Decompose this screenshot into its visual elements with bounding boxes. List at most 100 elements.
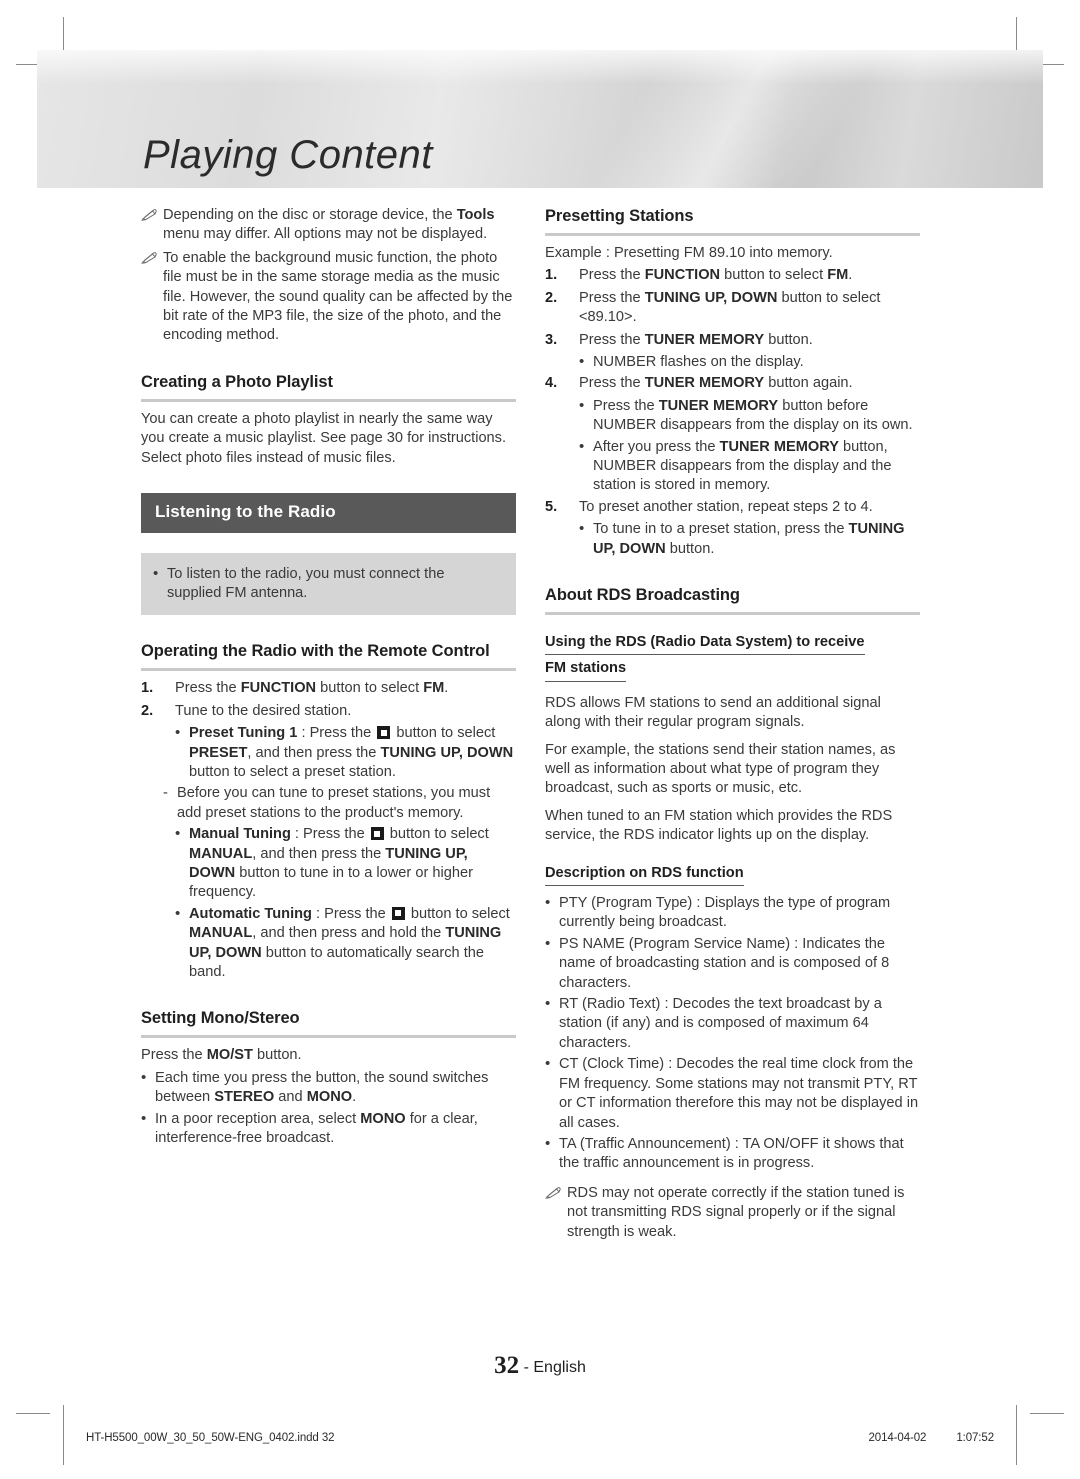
preset-seg1: : Press the	[297, 725, 376, 742]
bullet-dot-icon: •	[579, 437, 585, 455]
step-mid: button to select	[316, 680, 424, 697]
page-title: Playing Content	[143, 133, 433, 177]
step-bold-fm: FM	[423, 680, 445, 697]
preset-seg2: button to select	[392, 725, 496, 742]
mono-intro-pre: Press the	[141, 1047, 207, 1064]
step-text: To preset another station, repeat steps …	[579, 498, 873, 515]
note-item: To enable the background music function,…	[141, 249, 516, 346]
preset-seg3: , and then press the	[247, 744, 381, 761]
s4b1-bold: TUNER MEMORY	[658, 397, 779, 414]
pencil-note-icon	[141, 251, 163, 264]
mono-b1-bold-mono: MONO	[306, 1089, 353, 1106]
numbered-step: 1. Press the FUNCTION button to select F…	[141, 679, 516, 698]
rds-item: • RT (Radio Text) : Decodes the text bro…	[545, 995, 920, 1053]
description-rds-label: Description on RDS function	[545, 864, 744, 887]
manual-bold-manual: MANUAL	[189, 845, 253, 862]
heading-rule	[141, 1035, 516, 1039]
bullet-dot-icon: •	[579, 396, 585, 414]
crop-mark-bottom-right-horizontal	[1030, 1413, 1064, 1414]
step5-note-text: To tune in to a preset station, press th…	[593, 520, 920, 559]
heading-using-the-rds: Using the RDS (Radio Data System) to rec…	[545, 633, 920, 686]
manual-tuning-label: Manual Tuning	[189, 826, 291, 843]
bullet-dot-icon: •	[141, 1068, 147, 1086]
bullet-dot-icon: •	[545, 934, 551, 952]
auto-seg1: : Press the	[311, 905, 390, 922]
step-text: Press the FUNCTION button to select FM.	[579, 266, 920, 285]
rds-paragraph-1: RDS allows FM stations to send an additi…	[545, 694, 881, 731]
mono-b2-bold-mono: MONO	[360, 1110, 406, 1127]
bullet-dot-icon: •	[545, 995, 551, 1013]
automatic-tuning-label: Automatic Tuning	[189, 905, 312, 922]
rds-item: • PTY (Program Type) : Displays the type…	[545, 894, 920, 933]
rds-paragraph-3: When tuned to an FM station which provid…	[545, 807, 893, 844]
rds-item-text: PTY (Program Type) : Displays the type o…	[559, 895, 891, 931]
heading-creating-photo-playlist: Creating a Photo Playlist	[141, 372, 333, 391]
step3-note-text: NUMBER flashes on the display.	[593, 353, 804, 370]
heading-about-rds-broadcasting: About RDS Broadcasting	[545, 586, 740, 605]
preset-tuning-label: Preset Tuning 1	[189, 725, 298, 742]
dash-text: Before you can tune to preset stations, …	[177, 785, 491, 821]
bullet-mono-stereo-2: • In a poor reception area, select MONO …	[141, 1110, 516, 1149]
step-text: Press the FUNCTION button to select FM.	[175, 679, 516, 698]
step-post: .	[444, 680, 449, 697]
step-number: 5.	[545, 498, 558, 515]
step4-note-2-text: After you press the TUNER MEMORY button,…	[593, 438, 920, 496]
heading-setting-mono-stereo: Setting Mono/Stereo	[141, 1009, 300, 1028]
step-text: Tune to the desired station.	[175, 702, 352, 719]
manual-seg3: , and then press the	[252, 845, 386, 862]
s2-bold-tuning: TUNING UP, DOWN	[644, 289, 778, 306]
s4-post: button again.	[764, 375, 853, 392]
auto-bold-manual: MANUAL	[189, 925, 253, 942]
note-text: RDS may not operate correctly if the sta…	[567, 1184, 905, 1240]
note-item: Depending on the disc or storage device,…	[141, 206, 516, 245]
rds-item-text: PS NAME (Program Service Name) : Indicat…	[559, 935, 890, 991]
print-filename: HT-H5500_00W_30_50_50W-ENG_0402.indd 32	[86, 1432, 335, 1444]
bullet-dot-icon: •	[545, 1055, 551, 1073]
mono-b1-mid: and	[274, 1089, 307, 1106]
page-number: 32	[494, 1352, 520, 1379]
step-number: 1.	[141, 680, 154, 697]
s5b-pre: To tune in to a preset station, press th…	[593, 521, 849, 538]
numbered-step: 2. Tune to the desired station.	[141, 702, 516, 721]
bullet-manual-tuning: • Manual Tuning : Press the button to se…	[175, 825, 516, 903]
right-column: Presetting Stations Example : Presetting…	[545, 206, 920, 1246]
numbered-step: 1. Press the FUNCTION button to select F…	[545, 266, 920, 285]
bullet-mono-stereo-1: • Each time you press the button, the so…	[141, 1069, 516, 1108]
s4-pre: Press the	[579, 375, 645, 392]
rds-item: • CT (Clock Time) : Decodes the real tim…	[545, 1055, 920, 1133]
print-timestamp: 2014-04-02 1:07:52	[869, 1432, 995, 1444]
creating-playlist-body: You can create a photo playlist in nearl…	[141, 410, 507, 466]
bullet-dot-icon: •	[175, 724, 181, 742]
rds-item: • TA (Traffic Announcement) : TA ON/OFF …	[545, 1135, 920, 1174]
bullet-step4-note-1: • Press the TUNER MEMORY button before N…	[579, 397, 920, 436]
s3-post: button.	[764, 331, 813, 348]
bullet-dot-icon: •	[545, 894, 551, 912]
bullet-automatic-tuning: • Automatic Tuning : Press the button to…	[175, 905, 516, 983]
s1-mid: button to select	[720, 267, 828, 284]
bullet-step3-note: • NUMBER flashes on the display.	[579, 353, 920, 372]
page-footer: 32 - English	[0, 1352, 1080, 1380]
tip-bullet-row: • To listen to the radio, you must conne…	[153, 565, 502, 604]
rds-item-text: TA (Traffic Announcement) : TA ON/OFF it…	[559, 1135, 904, 1172]
preset-bold-tuning: TUNING UP, DOWN	[380, 744, 514, 761]
mono-stereo-text-1: Each time you press the button, the soun…	[155, 1069, 516, 1108]
automatic-tuning-text: Automatic Tuning : Press the button to s…	[189, 905, 516, 983]
step-number: 3.	[545, 331, 558, 348]
manual-seg2: button to select	[385, 826, 489, 843]
bullet-dot-icon: •	[579, 520, 585, 538]
numbered-step: 3. Press the TUNER MEMORY button.	[545, 331, 920, 350]
s5b-post: button.	[665, 540, 715, 557]
step-number: 1.	[545, 267, 558, 284]
rds-paragraph-2: For example, the stations send their sta…	[545, 741, 896, 797]
mono-b2-pre: In a poor reception area, select	[155, 1110, 361, 1127]
page-language: - English	[523, 1359, 586, 1376]
auto-seg2: button to select	[406, 905, 510, 922]
s4b2-pre: After you press the	[593, 438, 720, 455]
crop-mark-bottom-left-horizontal	[16, 1413, 50, 1414]
s3-pre: Press the	[579, 331, 645, 348]
s4b2-bold: TUNER MEMORY	[719, 438, 839, 455]
bullet-step4-note-2: • After you press the TUNER MEMORY butto…	[579, 438, 920, 496]
mono-intro-bold: MO/ST	[206, 1047, 253, 1064]
rds-item-text: CT (Clock Time) : Decodes the real time …	[559, 1056, 919, 1131]
preset-bold-preset: PRESET	[189, 744, 248, 761]
